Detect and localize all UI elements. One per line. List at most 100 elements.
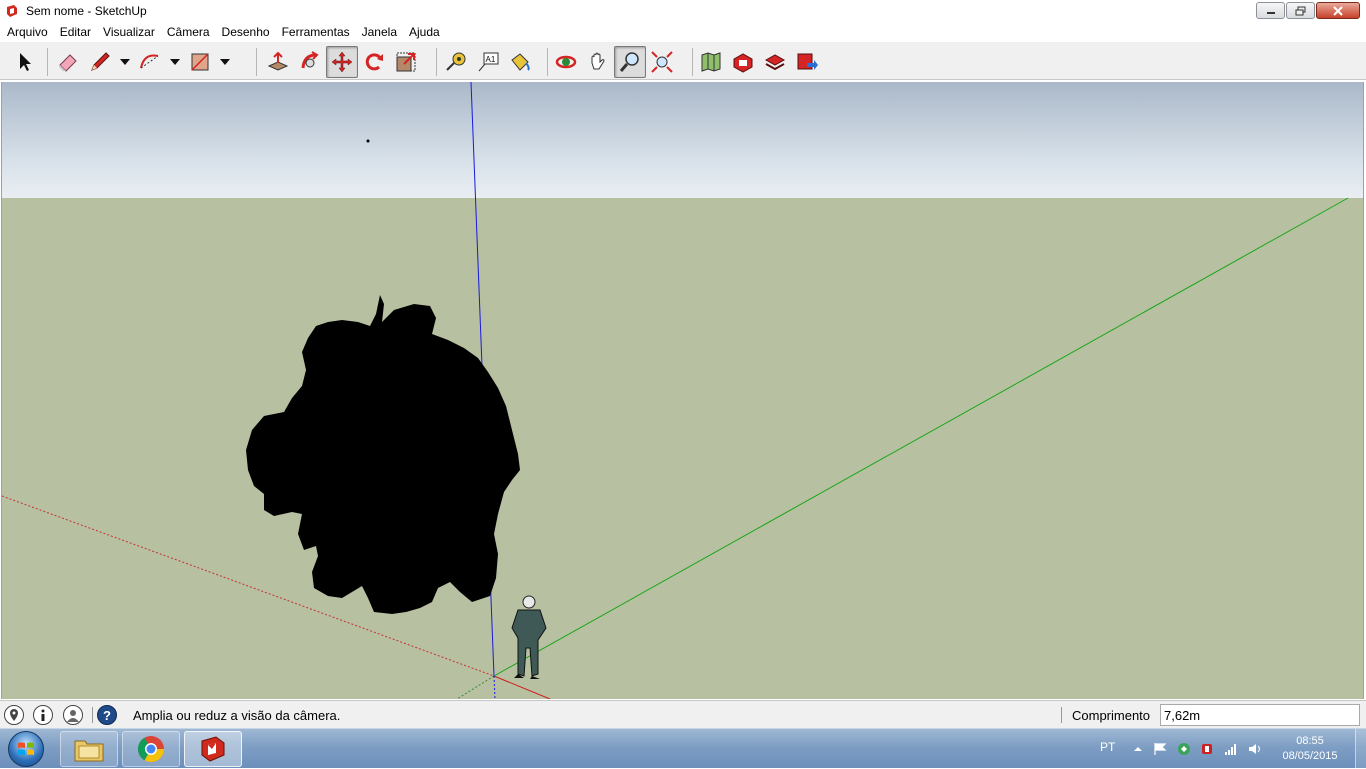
tray-security-icon[interactable] bbox=[1200, 742, 1214, 756]
sketchup-icon bbox=[201, 736, 225, 762]
windows-logo-icon bbox=[8, 731, 44, 767]
eraser-icon bbox=[59, 53, 77, 72]
credits-info-button[interactable] bbox=[33, 705, 53, 725]
scene-canvas bbox=[2, 82, 1349, 699]
pencil-tool-button[interactable] bbox=[84, 46, 116, 78]
geolocation-icon bbox=[10, 709, 18, 721]
text-tool-button[interactable]: A1 bbox=[472, 46, 504, 78]
toolbar-group-warehouse bbox=[695, 44, 823, 79]
status-divider bbox=[92, 707, 93, 723]
extension-warehouse-button[interactable] bbox=[791, 46, 823, 78]
close-icon bbox=[1333, 5, 1343, 16]
tray-app-icon[interactable] bbox=[1177, 742, 1191, 756]
taskbar-explorer-button[interactable] bbox=[60, 731, 118, 767]
pencil-dropdown[interactable] bbox=[116, 46, 134, 78]
pan-tool-button[interactable] bbox=[582, 46, 614, 78]
3d-warehouse-button[interactable] bbox=[727, 46, 759, 78]
chrome-icon bbox=[137, 736, 165, 763]
text-label-icon: A1 bbox=[478, 52, 499, 71]
chevron-down-icon bbox=[220, 58, 230, 65]
paint-bucket-tool-button[interactable] bbox=[504, 46, 536, 78]
arc-tool-button[interactable] bbox=[134, 46, 166, 78]
rotate-icon bbox=[365, 52, 383, 70]
toolbar-separator bbox=[547, 48, 548, 76]
zoom-extents-tool-button[interactable] bbox=[646, 46, 678, 78]
zoom-extents-icon bbox=[651, 50, 673, 73]
zoom-tool-button[interactable] bbox=[614, 45, 646, 78]
scale-figure-person[interactable] bbox=[511, 595, 547, 679]
toolbar-group-camera bbox=[550, 44, 678, 79]
drawing-viewport[interactable] bbox=[1, 82, 1364, 699]
toolbar-group-modify bbox=[262, 44, 422, 79]
menu-janela[interactable]: Janela bbox=[356, 22, 403, 42]
user-account-button[interactable] bbox=[63, 705, 83, 725]
select-arrow-icon bbox=[20, 52, 31, 71]
window-title: Sem nome - SketchUp bbox=[26, 4, 147, 18]
chevron-down-icon bbox=[170, 58, 180, 65]
menu-camera[interactable]: Câmera bbox=[161, 22, 216, 42]
move-icon bbox=[331, 51, 353, 72]
scale-tool-button[interactable] bbox=[390, 46, 422, 78]
tree-silhouette[interactable] bbox=[246, 139, 520, 615]
tape-measure-tool-button[interactable] bbox=[440, 46, 472, 78]
taskbar-chrome-button[interactable] bbox=[122, 731, 180, 767]
rectangle-tool-button[interactable] bbox=[184, 46, 216, 78]
measurement-label: Comprimento bbox=[1072, 708, 1151, 723]
restore-icon bbox=[1295, 6, 1305, 15]
status-divider bbox=[1061, 707, 1062, 723]
chevron-down-icon bbox=[120, 58, 130, 65]
menu-visualizar[interactable]: Visualizar bbox=[97, 22, 161, 42]
toolbar-group-construction: A1 bbox=[440, 44, 536, 79]
restore-button[interactable] bbox=[1286, 2, 1315, 19]
3d-warehouse-icon bbox=[733, 52, 753, 73]
scale-icon bbox=[396, 52, 416, 71]
system-clock[interactable]: 08:55 08/05/2015 bbox=[1274, 734, 1346, 764]
toolbar-group-draw bbox=[52, 44, 234, 79]
green-axis-negative bbox=[456, 675, 495, 699]
start-button[interactable] bbox=[4, 730, 48, 768]
menu-ferramentas[interactable]: Ferramentas bbox=[276, 22, 356, 42]
paint-bucket-icon bbox=[511, 52, 530, 71]
extension-warehouse-icon bbox=[797, 53, 818, 70]
help-icon: ? bbox=[103, 707, 111, 723]
tray-expand-icon[interactable] bbox=[1131, 742, 1145, 756]
volume-icon[interactable] bbox=[1248, 742, 1262, 756]
rectangle-icon bbox=[191, 52, 209, 71]
taskbar-sketchup-button[interactable] bbox=[184, 731, 242, 767]
geolocation-button[interactable] bbox=[4, 705, 24, 725]
toolbar-separator bbox=[256, 48, 257, 76]
follow-me-tool-button[interactable] bbox=[294, 46, 326, 78]
help-button[interactable]: ? bbox=[97, 705, 117, 725]
arc-dropdown[interactable] bbox=[166, 46, 184, 78]
show-desktop-button[interactable] bbox=[1355, 729, 1366, 769]
rotate-tool-button[interactable] bbox=[358, 46, 390, 78]
select-tool-button[interactable] bbox=[9, 46, 41, 78]
menu-arquivo[interactable]: Arquivo bbox=[1, 22, 54, 42]
arc-icon bbox=[140, 54, 159, 68]
eraser-tool-button[interactable] bbox=[52, 46, 84, 78]
svg-text:A1: A1 bbox=[486, 55, 496, 64]
add-location-button[interactable] bbox=[695, 46, 727, 78]
close-button[interactable] bbox=[1316, 2, 1360, 19]
windows-explorer-icon bbox=[74, 740, 104, 762]
status-bar: ? Amplia ou reduz a visão da câmera. Com… bbox=[0, 700, 1366, 728]
sketchup-app-icon bbox=[7, 5, 17, 17]
move-tool-button[interactable] bbox=[326, 45, 358, 78]
network-signal-icon[interactable] bbox=[1224, 742, 1238, 756]
share-model-button[interactable] bbox=[759, 46, 791, 78]
rectangle-dropdown[interactable] bbox=[216, 46, 234, 78]
measurement-input[interactable] bbox=[1160, 704, 1360, 726]
menu-desenho[interactable]: Desenho bbox=[216, 22, 276, 42]
minimize-button[interactable] bbox=[1256, 2, 1285, 19]
toolbar-separator bbox=[436, 48, 437, 76]
menu-ajuda[interactable]: Ajuda bbox=[403, 22, 446, 42]
push-pull-tool-button[interactable] bbox=[262, 46, 294, 78]
zoom-icon bbox=[619, 51, 639, 72]
add-location-icon bbox=[701, 51, 721, 72]
windows-taskbar: PT 08:55 08/05/2015 bbox=[0, 728, 1366, 769]
menu-editar[interactable]: Editar bbox=[54, 22, 97, 42]
action-center-flag-icon[interactable] bbox=[1153, 742, 1167, 756]
orbit-tool-button[interactable] bbox=[550, 46, 582, 78]
follow-me-icon bbox=[301, 50, 319, 68]
tray-language[interactable]: PT bbox=[1100, 740, 1115, 754]
